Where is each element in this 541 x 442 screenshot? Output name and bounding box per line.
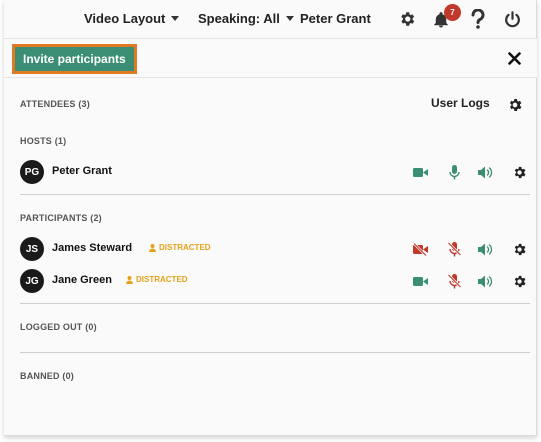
banned-heading: BANNED (0) — [20, 371, 75, 381]
power-icon[interactable] — [502, 9, 522, 29]
invite-toolbar: Invite participants — [4, 38, 537, 78]
invite-participants-button[interactable]: Invite participants — [12, 44, 137, 74]
avatar: PG — [20, 160, 44, 184]
participant-name: James Steward — [52, 242, 133, 254]
video-layout-label: Video Layout — [84, 11, 166, 26]
host-settings-gear-icon[interactable] — [511, 164, 527, 180]
section-divider — [20, 194, 530, 195]
attendees-settings-gear-icon[interactable] — [507, 97, 523, 113]
camera-off-icon[interactable] — [412, 241, 428, 257]
user-icon — [149, 243, 156, 252]
close-icon[interactable] — [505, 49, 523, 67]
top-bar: Video Layout Speaking: All Peter Grant 7 — [4, 0, 537, 38]
status-text: DISTRACTED — [159, 243, 211, 252]
chevron-down-icon — [171, 16, 180, 21]
status-badge: DISTRACTED — [149, 243, 211, 252]
attendees-heading: ATTENDEES (3) — [20, 99, 90, 109]
notification-count-badge: 7 — [444, 4, 461, 21]
user-logs-link[interactable]: User Logs — [431, 96, 490, 110]
participant-settings-gear-icon[interactable] — [511, 273, 527, 289]
logged-out-heading: LOGGED OUT (0) — [20, 322, 97, 332]
speaking-filter-dropdown[interactable]: Speaking: All — [198, 11, 294, 26]
participant-name: Jane Green — [52, 274, 112, 286]
chevron-down-icon — [285, 16, 294, 21]
participants-heading: PARTICIPANTS (2) — [20, 213, 102, 223]
status-badge: DISTRACTED — [126, 275, 188, 284]
hosts-heading: HOSTS (1) — [20, 136, 67, 146]
microphone-icon[interactable] — [446, 164, 462, 180]
attendees-panel: Video Layout Speaking: All Peter Grant 7… — [4, 0, 537, 436]
microphone-muted-icon[interactable] — [446, 273, 462, 289]
camera-icon[interactable] — [412, 273, 428, 289]
status-text: DISTRACTED — [136, 275, 188, 284]
speaker-icon[interactable] — [478, 273, 494, 289]
help-icon[interactable] — [468, 9, 488, 29]
settings-gear-icon[interactable] — [397, 9, 417, 29]
microphone-muted-icon[interactable] — [446, 241, 462, 257]
participant-settings-gear-icon[interactable] — [511, 241, 527, 257]
avatar: JG — [20, 269, 44, 293]
speaking-filter-label: Speaking: All — [198, 11, 280, 26]
participant-row: JG Jane Green DISTRACTED — [20, 267, 530, 295]
section-divider — [20, 303, 530, 304]
speaker-icon[interactable] — [478, 241, 494, 257]
host-name: Peter Grant — [52, 165, 112, 177]
current-user-name[interactable]: Peter Grant — [300, 11, 371, 26]
participant-row: JS James Steward DISTRACTED — [20, 235, 530, 263]
camera-icon[interactable] — [412, 164, 428, 180]
user-icon — [126, 275, 133, 284]
section-divider — [20, 352, 530, 353]
host-row: PG Peter Grant — [20, 158, 530, 186]
video-layout-dropdown[interactable]: Video Layout — [84, 11, 180, 26]
speaker-icon[interactable] — [478, 164, 494, 180]
avatar: JS — [20, 237, 44, 261]
